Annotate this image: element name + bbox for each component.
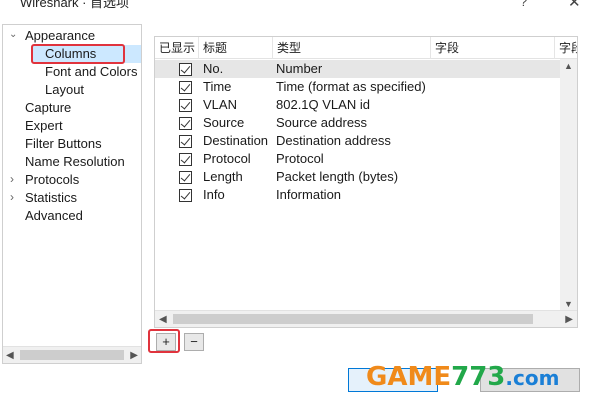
- column-header-title[interactable]: 标题: [199, 37, 273, 59]
- scroll-left-icon[interactable]: ◀: [159, 311, 167, 327]
- tree-item-statistics[interactable]: Statistics: [25, 189, 77, 207]
- row-title: Length: [203, 169, 243, 184]
- tree-item-advanced[interactable]: Advanced: [25, 207, 83, 225]
- title-bar: Wireshark · 首选项 ? ✕: [0, 0, 592, 22]
- watermark-game: GAME: [366, 362, 452, 392]
- shown-checkbox[interactable]: [179, 117, 192, 130]
- table-row[interactable]: Destination Destination address: [155, 132, 577, 150]
- column-header-field-2[interactable]: 字段: [555, 37, 577, 59]
- columns-table[interactable]: 已显示 标题 类型 字段 字段 No. Number Time Time (fo…: [154, 36, 578, 328]
- tree-item-protocols[interactable]: Protocols: [25, 171, 79, 189]
- row-type: Time (format as specified): [276, 79, 426, 94]
- watermark-number: 773: [451, 362, 506, 392]
- row-type: Protocol: [276, 151, 324, 166]
- shown-checkbox[interactable]: [179, 189, 192, 202]
- chevron-down-icon[interactable]: ⌄: [9, 29, 17, 40]
- highlight-box-columns: [31, 44, 125, 64]
- table-row[interactable]: VLAN 802.1Q VLAN id: [155, 96, 577, 114]
- shown-checkbox[interactable]: [179, 81, 192, 94]
- tree-item-layout[interactable]: Layout: [45, 81, 84, 99]
- shown-checkbox[interactable]: [179, 135, 192, 148]
- column-header-field[interactable]: 字段: [431, 37, 555, 59]
- row-type: Packet length (bytes): [276, 169, 399, 184]
- row-type: Information: [276, 187, 342, 202]
- scrollbar-thumb[interactable]: [20, 350, 124, 360]
- column-header-shown[interactable]: 已显示: [155, 37, 199, 59]
- help-icon[interactable]: ?: [520, 0, 527, 9]
- shown-checkbox[interactable]: [179, 63, 192, 76]
- row-type: 802.1Q VLAN id: [276, 97, 370, 112]
- tree-item-font-and-colors[interactable]: Font and Colors: [45, 63, 138, 81]
- row-title: Info: [203, 187, 225, 202]
- tree-item-capture[interactable]: Capture: [25, 99, 71, 117]
- tree-item-filter-buttons[interactable]: Filter Buttons: [25, 135, 102, 153]
- highlight-box-add: [148, 329, 180, 353]
- row-type: Destination address: [276, 133, 391, 148]
- chevron-right-icon[interactable]: ›: [10, 190, 14, 204]
- column-header-type[interactable]: 类型: [273, 37, 431, 59]
- row-title: Protocol: [203, 151, 251, 166]
- scroll-left-icon[interactable]: ◀: [6, 347, 14, 363]
- tree-item-name-resolution[interactable]: Name Resolution: [25, 153, 125, 171]
- watermark-logo: GAME773.com: [366, 362, 559, 392]
- remove-column-button[interactable]: −: [184, 333, 204, 351]
- row-title: Time: [203, 79, 232, 94]
- watermark-domain: .com: [505, 366, 560, 390]
- table-row[interactable]: No. Number: [155, 60, 577, 78]
- shown-checkbox[interactable]: [179, 171, 192, 184]
- row-type: Number: [276, 61, 323, 76]
- close-icon[interactable]: ✕: [568, 0, 581, 11]
- tree-item-appearance[interactable]: Appearance: [25, 27, 95, 45]
- row-title: No.: [203, 61, 224, 76]
- table-row[interactable]: Time Time (format as specified): [155, 78, 577, 96]
- table-horizontal-scrollbar[interactable]: ◀ ▶: [155, 310, 577, 327]
- window-title: Wireshark · 首选项: [20, 0, 130, 10]
- table-row[interactable]: Length Packet length (bytes): [155, 168, 577, 186]
- table-vertical-scrollbar[interactable]: ▲ ▼: [560, 59, 577, 311]
- table-row[interactable]: Source Source address: [155, 114, 577, 132]
- scrollbar-thumb[interactable]: [173, 314, 533, 324]
- tree-horizontal-scrollbar[interactable]: ◀ ▶: [3, 346, 141, 363]
- scroll-right-icon[interactable]: ▶: [565, 311, 573, 327]
- scroll-up-icon[interactable]: ▲: [564, 61, 573, 71]
- table-row[interactable]: Info Information: [155, 186, 577, 204]
- row-title: Source: [203, 115, 245, 130]
- shown-checkbox[interactable]: [179, 153, 192, 166]
- tree-item-expert[interactable]: Expert: [25, 117, 63, 135]
- row-title: VLAN: [203, 97, 237, 112]
- table-row[interactable]: Protocol Protocol: [155, 150, 577, 168]
- table-header: 已显示 标题 类型 字段 字段: [155, 37, 577, 59]
- row-title: Destination: [203, 133, 269, 148]
- shown-checkbox[interactable]: [179, 99, 192, 112]
- row-type: Source address: [276, 115, 368, 130]
- scroll-right-icon[interactable]: ▶: [130, 347, 138, 363]
- preferences-tree[interactable]: ⌄ Appearance Columns Font and Colors Lay…: [2, 24, 142, 364]
- scroll-down-icon[interactable]: ▼: [564, 299, 573, 309]
- chevron-right-icon[interactable]: ›: [10, 172, 14, 186]
